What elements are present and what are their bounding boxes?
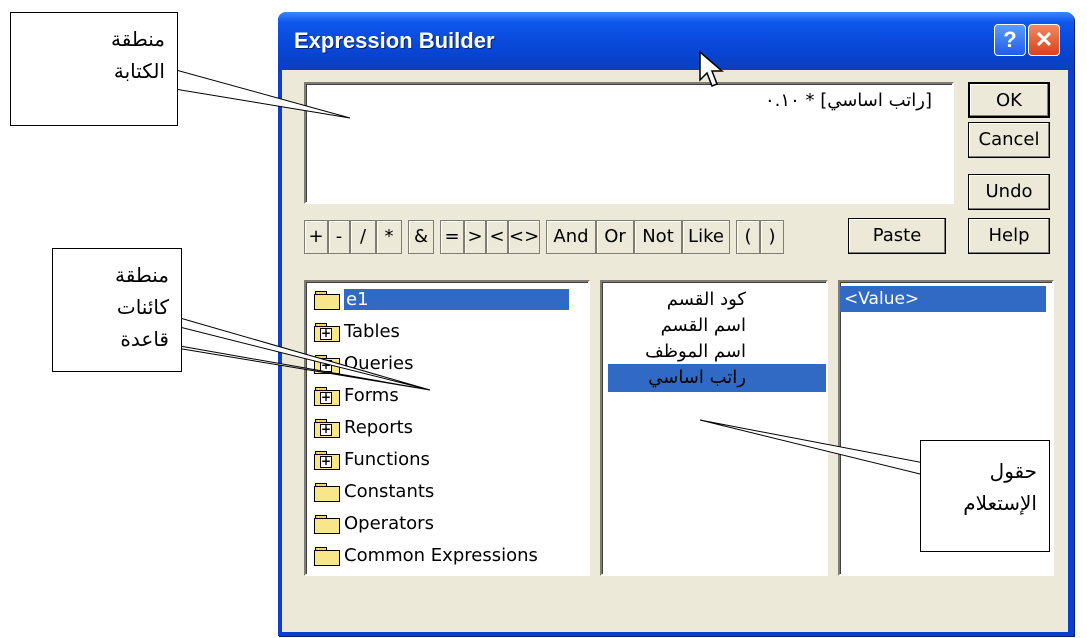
ok-button[interactable]: OK [968,82,1050,118]
cancel-button[interactable]: Cancel [968,122,1050,158]
callout-query-fields-line1: حقول [989,459,1037,483]
callout-objects-area-line1: منطقة [115,263,169,287]
paste-button[interactable]: Paste [848,218,946,254]
list-item[interactable]: اسم القسم [608,312,826,340]
tree-item-queries[interactable]: + Queries [314,350,414,378]
tree-item-functions[interactable]: + Functions [314,446,430,474]
operator-plus-button[interactable]: + [304,220,328,254]
operator-notequal-button[interactable]: <> [508,220,540,254]
folder-icon [314,547,340,566]
plus-folder-icon: + [314,419,340,438]
expression-text: [راتب اساسي] * ٠.١٠ [765,90,932,111]
callout-query-fields: حقول الإستعلام [920,440,1050,552]
title-bar[interactable]: Expression Builder ? ✕ [278,12,1074,70]
list-item[interactable]: اسم الموظف [608,338,826,366]
undo-button[interactable]: Undo [968,174,1050,210]
operator-like-button[interactable]: Like [682,220,730,254]
callout-objects-area-line2: كائنات [116,295,169,319]
operator-equals-button[interactable]: = [440,220,464,254]
operator-not-button[interactable]: Not [634,220,682,254]
tree-item-operators[interactable]: Operators [314,510,434,538]
callout-objects-area-line3: قاعدة [120,327,169,351]
list-item-selected[interactable]: راتب اساسي [608,364,826,392]
callout-writing-area-line1: منطقة [111,27,165,51]
operator-close-paren-button[interactable]: ) [760,220,784,254]
operator-or-button[interactable]: Or [596,220,634,254]
window-title: Expression Builder [294,28,495,53]
operator-multiply-button[interactable]: * [376,220,402,254]
operator-divide-button[interactable]: / [350,220,376,254]
callout-writing-area: منطقة الكتابة [10,12,178,126]
callout-writing-area-line2: الكتابة [113,59,165,83]
tree-item-reports[interactable]: + Reports [314,414,413,442]
operator-less-button[interactable]: < [486,220,508,254]
open-folder-icon [314,291,340,310]
tree-item-forms[interactable]: + Forms [314,382,399,410]
operator-concat-button[interactable]: & [408,220,434,254]
fields-list[interactable]: كود القسم اسم القسم اسم الموظف راتب اساس… [600,280,828,576]
operator-open-paren-button[interactable]: ( [736,220,760,254]
tree-item-constants[interactable]: Constants [314,478,434,506]
plus-folder-icon: + [314,387,340,406]
plus-folder-icon: + [314,451,340,470]
close-icon[interactable]: ✕ [1028,24,1060,56]
operator-greater-button[interactable]: > [464,220,486,254]
list-item-selected[interactable]: <Value> [840,286,1046,312]
plus-folder-icon: + [314,355,340,374]
tree-item-e1[interactable]: e1 [314,286,569,314]
callout-objects-area: منطقة كائنات قاعدة [52,248,182,372]
operator-minus-button[interactable]: - [328,220,350,254]
help-icon[interactable]: ? [994,24,1026,56]
tree-item-tables[interactable]: + Tables [314,318,400,346]
folder-icon [314,483,340,502]
list-item[interactable]: كود القسم [608,286,826,314]
dialog-footer [282,582,1068,632]
plus-folder-icon: + [314,323,340,342]
mouse-pointer-icon [699,50,724,87]
help-button[interactable]: Help [968,218,1050,254]
operator-and-button[interactable]: And [546,220,596,254]
folder-icon [314,515,340,534]
callout-query-fields-line2: الإستعلام [963,491,1037,515]
tree-item-common-expressions[interactable]: Common Expressions [314,542,538,570]
expression-input[interactable]: [راتب اساسي] * ٠.١٠ [304,82,954,204]
objects-tree-list[interactable]: e1 + Tables + Queries + Forms + Reports + Fun… [304,280,590,576]
